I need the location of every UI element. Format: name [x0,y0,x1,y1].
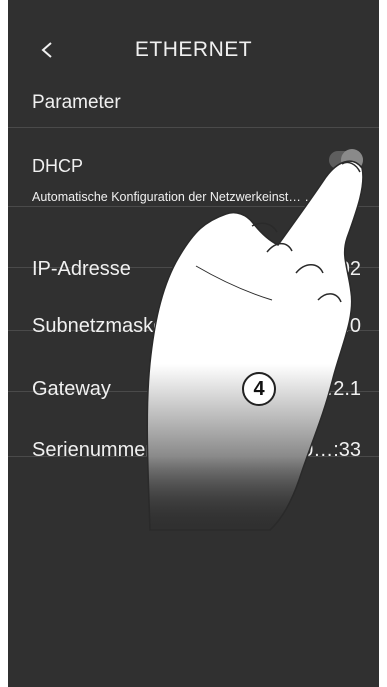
step-number-badge: 4 [242,372,276,406]
pointing-hand-icon [146,160,364,531]
